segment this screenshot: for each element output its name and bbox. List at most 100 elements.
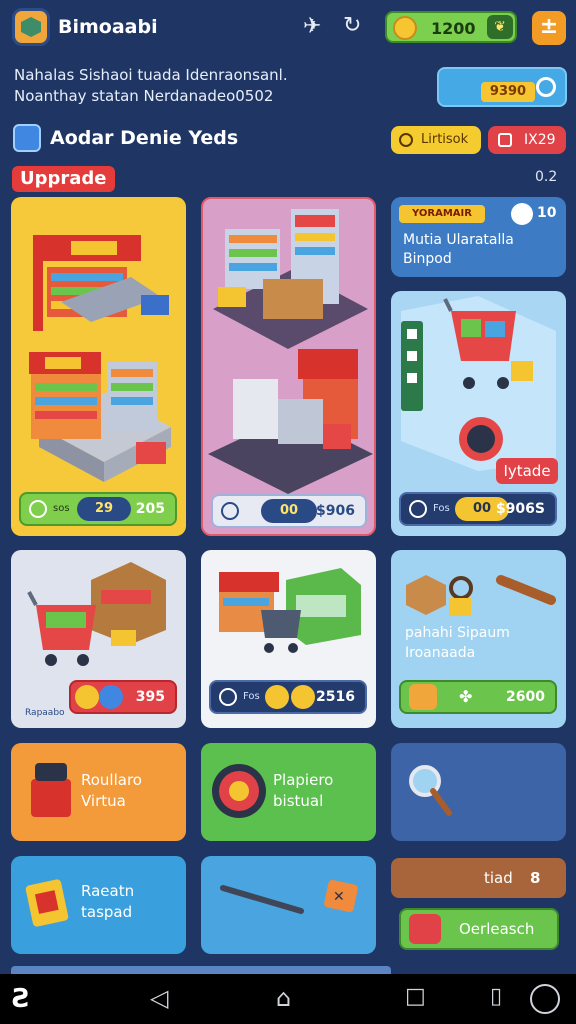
strip-text: tiad [484, 869, 513, 887]
shop-card-1[interactable]: sos 29 205 [11, 197, 186, 536]
tools-text-1: pahahi Sipaum [405, 625, 510, 641]
scroll-peek [11, 966, 391, 974]
coin-icon [265, 685, 289, 709]
shop-card-3[interactable]: Rapaabo 395 [11, 550, 186, 728]
photo-text-1: Raeatn [81, 882, 135, 900]
photo-icon [25, 879, 69, 927]
green-action-button[interactable]: Oerleasch [399, 908, 559, 950]
brand-icon[interactable]: Ƨ [12, 984, 31, 1014]
tools-card[interactable]: pahahi Sipaum Iroanaada ✤ 2600 [391, 550, 566, 728]
price-bar[interactable]: 00 $906 [211, 494, 367, 528]
refresh-icon[interactable]: ↻ [343, 13, 361, 38]
upgrade-tag: Upprade [12, 166, 115, 192]
menu-button[interactable]: ± [532, 11, 566, 45]
magnet-icon [31, 763, 71, 817]
svg-text:✕: ✕ [333, 889, 345, 905]
yellow-action-button[interactable]: Lirtisok [391, 126, 481, 154]
price-value: $906S [495, 501, 545, 517]
price-label: Fos [433, 503, 450, 514]
yellow-action-label: Lirtisok [421, 132, 469, 147]
magnet-text-2: Virtua [81, 792, 126, 810]
red-action-button[interactable]: IX29 [488, 126, 566, 154]
price-label: Fos [243, 691, 260, 702]
section-title: Aodar Denie Yeds [50, 127, 239, 149]
gauge-text-2: bistual [273, 792, 324, 810]
price-bar[interactable]: Fos 00 $906S [399, 492, 557, 526]
card-label: Rapaabo [25, 708, 65, 718]
clock-icon [409, 914, 441, 944]
version-text: 0.2 [535, 169, 558, 185]
assistant-icon[interactable] [530, 984, 560, 1014]
price-mid: 29 [77, 497, 131, 521]
coin-amount: 1200 [431, 19, 476, 38]
shop-stall-illustration [29, 235, 171, 482]
leaf-icon [219, 688, 237, 706]
airplane-icon[interactable]: ✈ [303, 14, 321, 39]
system-nav-bar: Ƨ ◁ ⌂ □ ▯ [0, 974, 576, 1024]
wrench-card[interactable]: ✕ [201, 856, 376, 954]
price-value: $906 [316, 503, 355, 519]
price-label: sos [53, 503, 70, 514]
app-title: Bimoaabi [58, 16, 158, 38]
coin-icon [511, 203, 533, 225]
promo-title-2: Binpod [403, 251, 452, 267]
bottom-right-card[interactable]: tiad 8 Oerleasch [391, 856, 566, 954]
price-bar[interactable]: sos 29 205 [19, 492, 177, 526]
price-value: 2600 [506, 689, 545, 705]
paw-icon: ✤ [459, 687, 473, 706]
leaf-icon [221, 502, 239, 520]
strip-number: 8 [530, 869, 541, 887]
cycle-icon [536, 77, 556, 97]
shop-card-4[interactable]: Fos 2516 [201, 550, 376, 728]
shop-card-2[interactable]: 00 $906 [201, 197, 376, 536]
price-bar[interactable]: Fos 2516 [209, 680, 367, 714]
split-screen-icon[interactable]: ▯ [490, 984, 502, 1009]
gauge-text-1: Plapiero [273, 771, 334, 789]
promo-badge-number: 10 [537, 205, 557, 221]
photo-text-2: taspad [81, 903, 133, 921]
upgrade-button[interactable]: Iytade [496, 458, 558, 484]
photo-card[interactable]: Raeatn taspad [11, 856, 186, 954]
red-action-label: IX29 [524, 132, 556, 148]
info-line-1: Nahalas Sishaoi tuada Idenraonsanl. [14, 66, 288, 84]
offer-value: 9390 [481, 82, 535, 102]
cart-card[interactable]: Iytade Fos 00 $906S [391, 291, 566, 536]
gauge-icon [212, 764, 266, 818]
store-icon [13, 124, 41, 152]
leaf-icon [409, 500, 427, 518]
bag-icon [409, 684, 437, 710]
coin-icon [393, 16, 417, 40]
leaf-icon [29, 500, 47, 518]
check-icon [99, 685, 123, 709]
home-icon[interactable]: ⌂ [276, 984, 291, 1012]
promo-badge: YORAMAIR [399, 205, 485, 223]
back-icon[interactable]: ◁ [150, 984, 168, 1012]
magnifier-card[interactable] [391, 743, 566, 841]
gauge-card[interactable]: Plapiero bistual [201, 743, 376, 841]
recents-icon[interactable]: □ [405, 984, 426, 1009]
price-value: 205 [135, 501, 165, 517]
clock-icon [399, 133, 413, 147]
leaf-icon[interactable]: ❦ [487, 15, 513, 39]
top-bar: Bimoaabi ✈ ↻ 1200 ❦ ± [0, 0, 576, 56]
green-action-label: Oerleasch [459, 920, 535, 938]
price-bar[interactable]: 395 [69, 680, 177, 714]
coin-icon [291, 685, 315, 709]
wrench-illustration: ✕ [220, 879, 358, 914]
box-icon [498, 133, 512, 147]
price-value: 2516 [316, 689, 355, 705]
coin-icon [75, 685, 99, 709]
tools-text-2: Iroanaada [405, 645, 476, 661]
magnifier-icon [409, 765, 452, 816]
market-illustration [208, 209, 373, 494]
price-bar[interactable]: ✤ 2600 [399, 680, 557, 714]
price-mid: 00 [261, 499, 317, 523]
promo-card[interactable]: YORAMAIR 10 Mutia Ularatalla Binpod [391, 197, 566, 277]
coin-balance[interactable]: 1200 ❦ [385, 11, 517, 43]
price-value: 395 [135, 689, 165, 705]
app-logo[interactable] [12, 8, 50, 46]
offer-button[interactable]: 9390 [437, 67, 567, 107]
promo-title-1: Mutia Ularatalla [403, 232, 514, 248]
magnet-card[interactable]: Roullaro Virtua [11, 743, 186, 841]
magnet-text-1: Roullaro [81, 771, 142, 789]
